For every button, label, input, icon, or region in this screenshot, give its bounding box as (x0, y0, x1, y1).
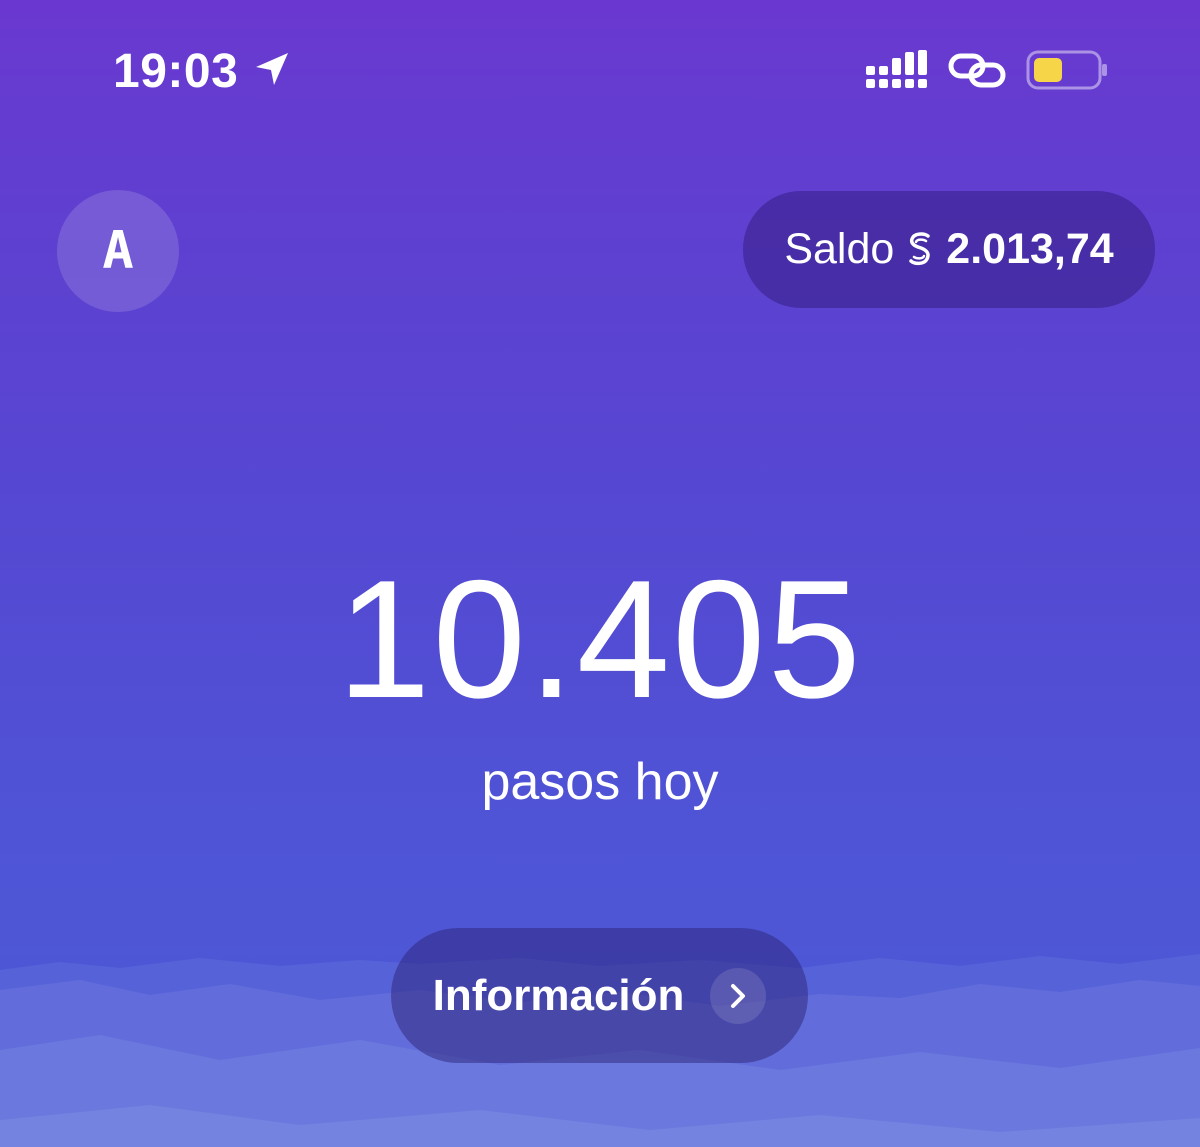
balance-label: Saldo (784, 225, 895, 273)
steps-caption: pasos hoy (481, 753, 719, 811)
battery-icon (1026, 50, 1108, 95)
status-icons (866, 50, 1108, 95)
avatar-initial: A (102, 221, 134, 281)
status-time-group: 19:03 (113, 44, 292, 99)
link-icon (948, 50, 1006, 95)
balance-button[interactable]: Saldo 2.013,74 (743, 191, 1155, 308)
info-button[interactable]: Información (391, 928, 808, 1063)
chevron-right-icon (710, 967, 767, 1024)
steps-count: 10.405 (337, 545, 863, 733)
signal-icon (866, 50, 928, 95)
sweatcoin-icon (906, 230, 934, 270)
location-arrow-icon (252, 49, 292, 94)
status-bar: 19:03 (0, 0, 1200, 140)
balance-amount: 2.013,74 (946, 225, 1114, 273)
status-time: 19:03 (113, 45, 239, 98)
avatar[interactable]: A (57, 190, 179, 312)
info-button-label: Información (432, 970, 685, 1020)
